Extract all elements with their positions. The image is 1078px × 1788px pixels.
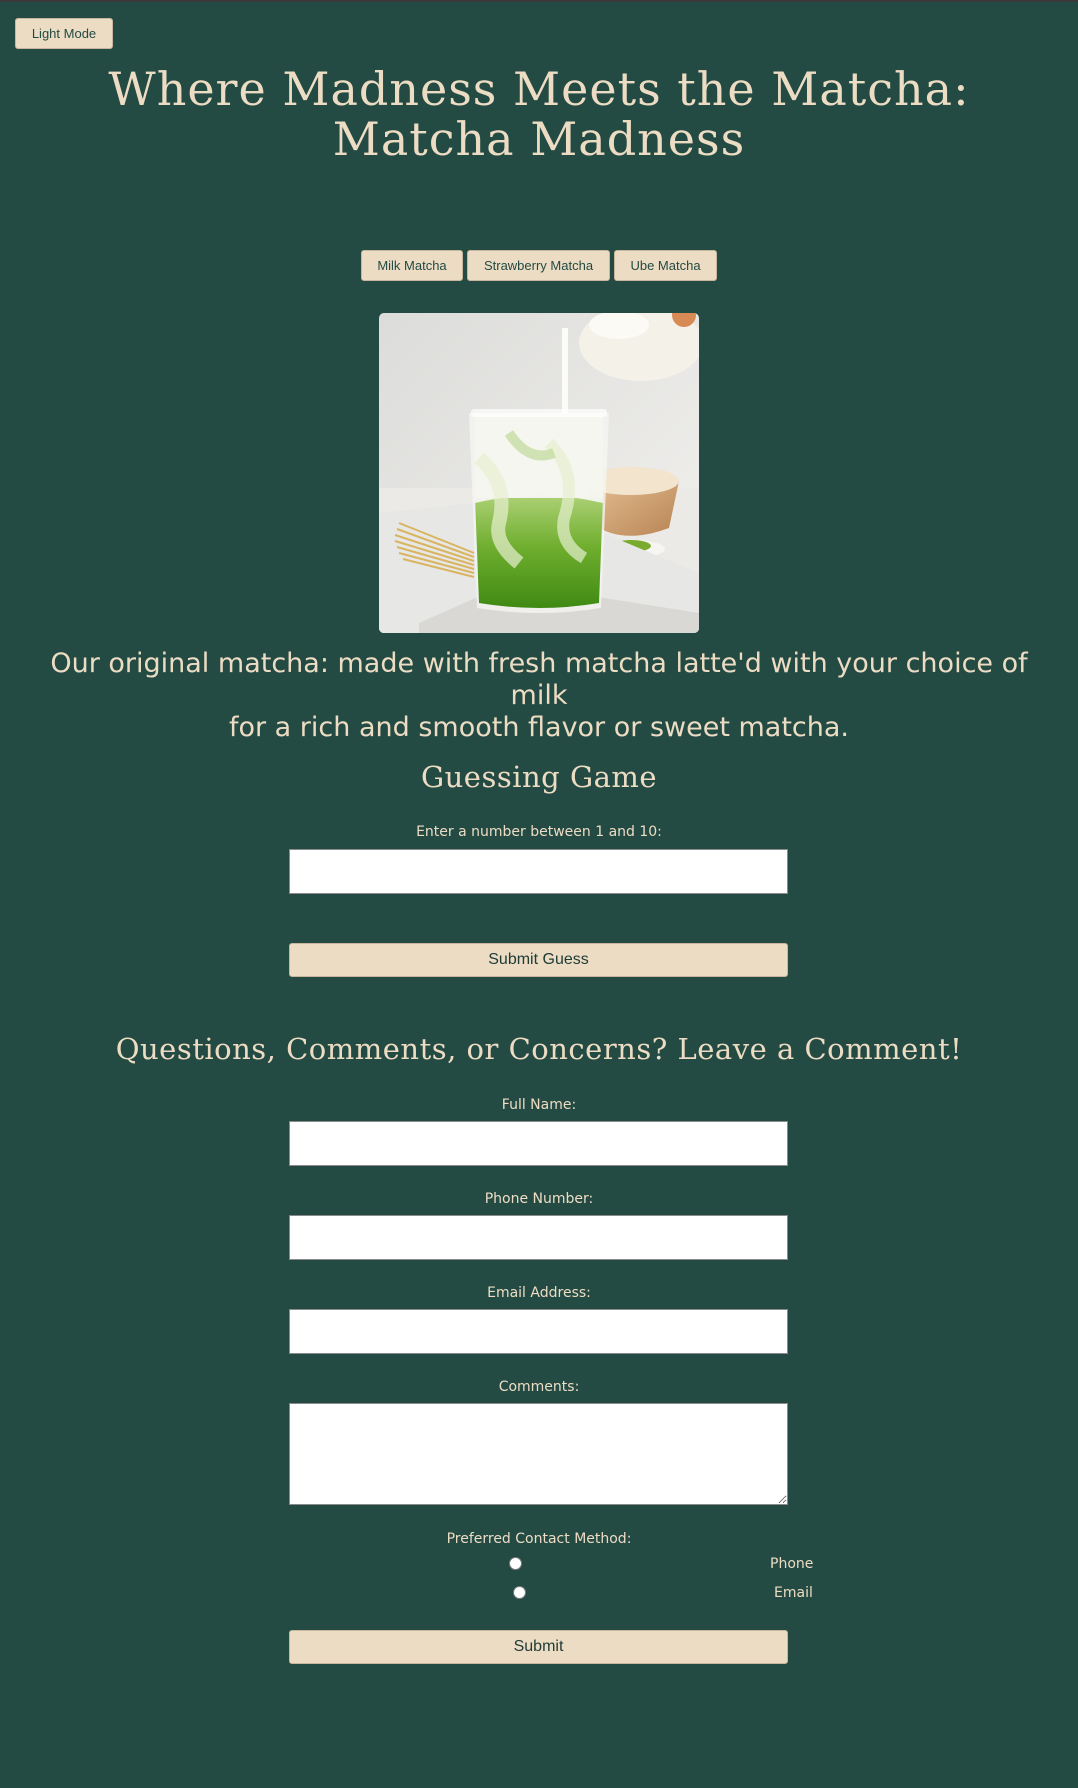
comment-form-heading: Questions, Comments, or Concerns? Leave … <box>115 1032 963 1066</box>
tab-strawberry-matcha[interactable]: Strawberry Matcha <box>467 250 610 281</box>
page-title: Where Madness Meets the Matcha: Matcha M… <box>0 64 1078 164</box>
matcha-description: Our original matcha: made with fresh mat… <box>20 648 1058 744</box>
contact-method-phone-row: Phone <box>0 1554 1078 1574</box>
contact-method-label: Preferred Contact Method: <box>446 1531 632 1547</box>
full-name-field[interactable] <box>289 1121 788 1166</box>
full-name-label: Full Name: <box>501 1097 577 1113</box>
description-line-1: Our original matcha: made with fresh mat… <box>50 648 1028 711</box>
description-line-2: for a rich and smooth flavor or sweet ma… <box>228 712 850 743</box>
matcha-tabs: Milk Matcha Strawberry Matcha Ube Matcha <box>0 250 1078 281</box>
comments-field[interactable] <box>289 1403 788 1505</box>
matcha-latte-illustration <box>379 313 699 633</box>
guess-prompt-label: Enter a number between 1 and 10: <box>416 824 662 840</box>
contact-method-email-radio[interactable] <box>513 1586 526 1599</box>
matcha-latte-image <box>379 313 699 633</box>
email-address-label: Email Address: <box>487 1285 591 1301</box>
submit-guess-button[interactable]: Submit Guess <box>289 943 788 977</box>
email-address-field[interactable] <box>289 1309 788 1354</box>
contact-method-phone-label: Phone <box>770 1556 814 1572</box>
contact-method-phone-radio[interactable] <box>509 1557 522 1570</box>
page-title-line-2: Matcha Madness <box>332 112 746 166</box>
guessing-game-heading: Guessing Game <box>420 760 658 794</box>
comments-label: Comments: <box>498 1379 580 1395</box>
tab-ube-matcha[interactable]: Ube Matcha <box>614 250 717 281</box>
submit-comment-button[interactable]: Submit <box>289 1630 788 1664</box>
phone-number-label: Phone Number: <box>484 1191 594 1207</box>
contact-method-email-row: Email <box>0 1583 1078 1603</box>
light-mode-button[interactable]: Light Mode <box>15 18 113 49</box>
tab-milk-matcha[interactable]: Milk Matcha <box>361 250 463 281</box>
guess-input[interactable] <box>289 849 788 894</box>
phone-number-field[interactable] <box>289 1215 788 1260</box>
page-title-line-1: Where Madness Meets the Matcha: <box>108 62 970 116</box>
contact-method-email-label: Email <box>774 1585 813 1601</box>
